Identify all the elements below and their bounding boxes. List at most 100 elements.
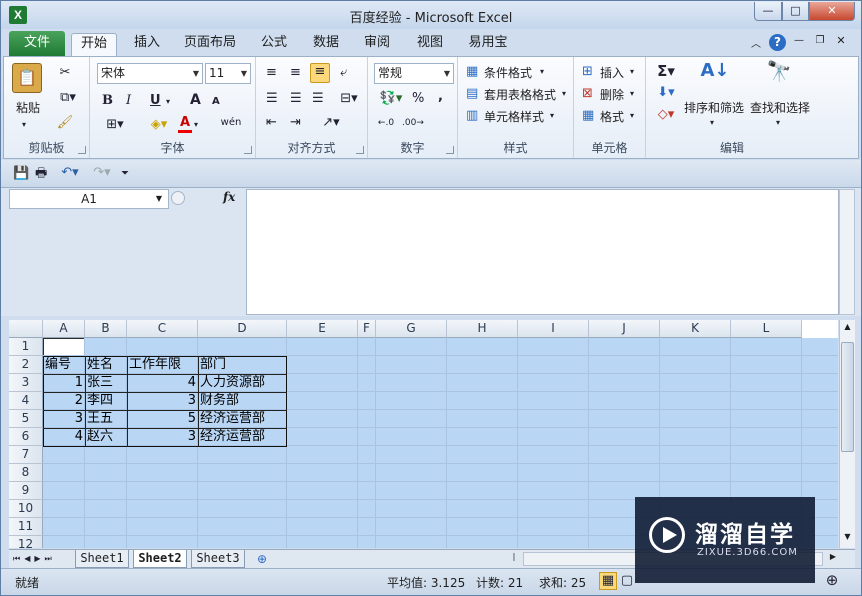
row-header-7[interactable]: 7 xyxy=(9,446,43,464)
format-painter-icon[interactable]: 🖌 xyxy=(56,115,74,131)
table-cell-name[interactable]: 赵六 xyxy=(85,428,127,446)
scroll-up-icon[interactable]: ▲ xyxy=(841,322,854,335)
table-cell-name[interactable]: 张三 xyxy=(85,374,127,392)
formula-scrollbar[interactable] xyxy=(839,189,855,315)
clipboard-launcher-icon[interactable] xyxy=(78,146,86,154)
table-cell-id[interactable]: 3 xyxy=(43,410,85,428)
orientation-icon[interactable]: ↗▾ xyxy=(318,115,344,131)
format-cells-icon[interactable]: ▦ xyxy=(582,108,594,124)
vertical-scrollbar[interactable]: ▲ ▼ xyxy=(839,320,855,548)
format-cells-dropdown-icon[interactable]: ▾ xyxy=(630,108,634,124)
increase-indent-icon[interactable]: ⇥ xyxy=(290,115,301,131)
percent-button[interactable]: % xyxy=(412,91,424,107)
column-header-f[interactable]: F xyxy=(358,320,376,338)
italic-button[interactable]: I xyxy=(126,93,131,109)
column-header-i[interactable]: I xyxy=(518,320,589,338)
table-cell-id[interactable]: 2 xyxy=(43,392,85,410)
normal-view-icon[interactable]: ▦ xyxy=(599,572,617,590)
tab-view[interactable]: 视图 xyxy=(411,33,449,57)
number-format-select[interactable]: 常规 ▼ xyxy=(374,63,454,84)
tab-yiyongbao[interactable]: 易用宝 xyxy=(463,33,513,57)
wrap-text-icon[interactable]: ⤶ xyxy=(340,65,347,81)
font-name-select[interactable]: 宋体 ▼ xyxy=(97,63,203,84)
page-layout-view-icon[interactable]: ▢ xyxy=(619,573,635,589)
align-middle-icon[interactable]: ≡ xyxy=(290,65,301,81)
align-right-icon[interactable]: ☰ xyxy=(312,91,324,107)
row-header-4[interactable]: 4 xyxy=(9,392,43,410)
cell-styles-icon[interactable]: ▥ xyxy=(466,108,478,124)
customize-qat-icon[interactable]: ⏷ xyxy=(121,166,129,182)
clear-icon[interactable]: ◇▾ xyxy=(654,107,678,123)
underline-button[interactable]: U xyxy=(150,93,161,109)
sort-filter-button[interactable]: 排序和筛选 xyxy=(684,99,744,116)
cell-styles-dropdown-icon[interactable]: ▾ xyxy=(550,108,554,124)
doc-minimize-icon[interactable]: — xyxy=(793,35,805,47)
font-color-dropdown-icon[interactable]: ▾ xyxy=(194,117,198,133)
table-cell-years[interactable]: 5 xyxy=(127,410,198,428)
minimize-button[interactable]: — xyxy=(754,2,782,21)
fill-color-icon[interactable]: ◈▾ xyxy=(146,117,172,133)
column-header-b[interactable]: B xyxy=(85,320,127,338)
sheet-tab-3[interactable]: Sheet3 xyxy=(191,550,245,568)
tab-data[interactable]: 数据 xyxy=(307,33,345,57)
delete-cells-dropdown-icon[interactable]: ▾ xyxy=(630,86,634,102)
insert-cells-icon[interactable]: ⊞ xyxy=(582,64,593,80)
format-cells-button[interactable]: 格式 xyxy=(600,108,624,125)
font-size-select[interactable]: 11 ▼ xyxy=(205,63,251,84)
help-icon[interactable]: ? xyxy=(769,34,786,51)
column-header-l[interactable]: L xyxy=(731,320,802,338)
paste-label[interactable]: 粘贴 xyxy=(16,99,40,116)
doc-restore-icon[interactable]: ❐ xyxy=(814,35,826,47)
format-as-table-icon[interactable]: ▤ xyxy=(466,86,478,102)
cut-icon[interactable]: ✂ xyxy=(56,65,74,81)
delete-cells-icon[interactable]: ⊠ xyxy=(582,86,593,102)
table-cell-years[interactable]: 4 xyxy=(127,374,198,392)
table-cell-name[interactable]: 王五 xyxy=(85,410,127,428)
decrease-indent-icon[interactable]: ⇤ xyxy=(266,115,277,131)
tab-home[interactable]: 开始 xyxy=(71,33,117,57)
tab-formulas[interactable]: 公式 xyxy=(255,33,293,57)
column-header-h[interactable]: H xyxy=(447,320,518,338)
select-all-corner[interactable] xyxy=(9,320,43,338)
copy-icon[interactable]: ⧉▾ xyxy=(56,90,80,106)
save-icon[interactable]: 💾 xyxy=(13,166,29,182)
tab-insert[interactable]: 插入 xyxy=(127,33,167,57)
shrink-font-button[interactable]: A xyxy=(212,94,220,110)
sheet-nav-icons[interactable]: ⏮◀▶⏭ xyxy=(13,551,73,567)
row-header-8[interactable]: 8 xyxy=(9,464,43,482)
print-preview-icon[interactable]: 🖶 xyxy=(35,166,47,182)
bold-button[interactable]: B xyxy=(102,93,113,109)
zoom-in-icon[interactable]: ⊕ xyxy=(823,572,841,588)
row-header-9[interactable]: 9 xyxy=(9,482,43,500)
new-sheet-icon[interactable]: ⊕ xyxy=(257,551,267,567)
close-button[interactable]: ✕ xyxy=(809,2,855,21)
table-header-years[interactable]: 工作年限 xyxy=(127,356,198,374)
doc-close-icon[interactable]: ✕ xyxy=(835,34,847,47)
merge-center-icon[interactable]: ⊟▾ xyxy=(336,91,362,107)
fill-icon[interactable]: ⬇▾ xyxy=(654,85,678,101)
format-as-table-dropdown-icon[interactable]: ▾ xyxy=(562,86,566,102)
row-header-11[interactable]: 11 xyxy=(9,518,43,536)
find-select-dropdown-icon[interactable]: ▾ xyxy=(776,115,780,131)
paste-icon[interactable]: 📋 xyxy=(12,63,42,93)
column-header-g[interactable]: G xyxy=(376,320,447,338)
row-header-1[interactable]: 1 xyxy=(9,338,43,356)
conditional-format-dropdown-icon[interactable]: ▾ xyxy=(540,64,544,80)
find-select-icon[interactable]: 🔭 xyxy=(764,61,794,91)
row-header-6[interactable]: 6 xyxy=(9,428,43,446)
comma-button[interactable]: , xyxy=(438,89,443,105)
paste-dropdown-icon[interactable]: ▾ xyxy=(22,117,26,133)
number-launcher-icon[interactable] xyxy=(446,146,454,154)
table-cell-id[interactable]: 4 xyxy=(43,428,85,446)
table-cell-years[interactable]: 3 xyxy=(127,428,198,446)
sheet-tab-2[interactable]: Sheet2 xyxy=(133,550,187,568)
table-header-id[interactable]: 编号 xyxy=(43,356,85,374)
row-header-2[interactable]: 2 xyxy=(9,356,43,374)
decrease-decimal-icon[interactable]: .00→ xyxy=(402,115,424,131)
format-as-table-button[interactable]: 套用表格格式 xyxy=(484,86,556,103)
column-header-j[interactable]: J xyxy=(589,320,660,338)
font-launcher-icon[interactable] xyxy=(244,146,252,154)
row-header-12[interactable]: 12 xyxy=(9,536,43,548)
sort-filter-dropdown-icon[interactable]: ▾ xyxy=(710,115,714,131)
align-center-icon[interactable]: ☰ xyxy=(290,91,302,107)
